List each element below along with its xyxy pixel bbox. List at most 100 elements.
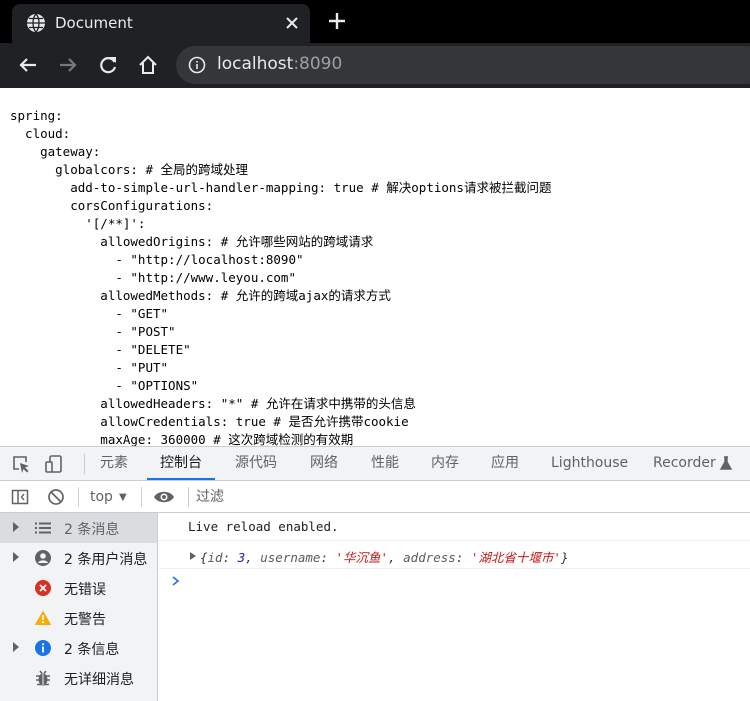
back-arrow-icon[interactable] (17, 54, 39, 76)
warning-icon (34, 610, 52, 625)
tab-memory[interactable]: 内存 (431, 447, 459, 480)
console-toolbar: top ▼ (0, 481, 750, 513)
tab-application[interactable]: 应用 (491, 447, 519, 480)
new-tab-plus-icon[interactable] (326, 10, 348, 32)
toolbar-divider (84, 454, 85, 474)
tab-recorder[interactable]: Recorder (653, 447, 716, 480)
object-brace-close: } (560, 550, 569, 565)
sidebar-item-info[interactable]: 2 条信息 (0, 633, 157, 663)
devtools-tab-bar: 元素 控制台 源代码 网络 性能 内存 应用 Lighthouse Record… (0, 446, 750, 481)
expand-arrow-icon[interactable] (190, 552, 196, 560)
devtools-panel: 元素 控制台 源代码 网络 性能 内存 应用 Lighthouse Record… (0, 446, 750, 701)
globe-icon (27, 13, 45, 33)
object-value-username: '华沉鱼' (335, 550, 389, 565)
recorder-flask-icon (719, 456, 733, 470)
tab-sources[interactable]: 源代码 (235, 447, 277, 480)
url-text: localhost:8090 (217, 54, 342, 74)
browser-toolbar: localhost:8090 (0, 43, 750, 88)
tab-console[interactable]: 控制台 (147, 447, 215, 480)
browser-tabstrip: Document (0, 0, 750, 43)
filter-input[interactable] (196, 486, 736, 508)
object-key-id: id (207, 550, 223, 565)
url-port: :8090 (293, 54, 343, 74)
console-prompt-icon[interactable] (170, 575, 182, 587)
yaml-line: cloud: (10, 126, 71, 141)
inspect-element-icon[interactable] (11, 454, 31, 474)
url-host: localhost (217, 54, 294, 74)
object-key-username: username (260, 550, 321, 565)
toolbar-divider (188, 487, 189, 507)
yaml-line: maxAge: 360000 # 这次跨域检测的有效期 (10, 432, 354, 446)
bug-icon (36, 670, 50, 686)
forward-arrow-icon[interactable] (57, 54, 79, 76)
yaml-line: - "PUT" (10, 360, 169, 375)
expand-arrow-icon[interactable] (13, 642, 19, 652)
console-message-text[interactable]: Live reload enabled. (188, 519, 339, 534)
info-icon (35, 640, 51, 656)
console-messages: Live reload enabled. {id: 3, username: '… (158, 513, 750, 701)
yaml-line: corsConfigurations: (10, 198, 214, 213)
yaml-line: add-to-simple-url-handler-mapping: true … (10, 180, 552, 195)
tab-lighthouse[interactable]: Lighthouse (551, 447, 628, 480)
sidebar-item-label: 2 条消息 (64, 522, 120, 538)
reload-icon[interactable] (97, 54, 119, 76)
yaml-line: - "OPTIONS" (10, 378, 199, 393)
context-selector[interactable]: top ▼ (90, 487, 127, 507)
sidebar-item-label: 无详细消息 (64, 672, 134, 688)
address-bar[interactable]: localhost:8090 (176, 46, 750, 84)
yaml-line: - "http://www.leyou.com" (10, 270, 296, 285)
sidebar-item-label: 2 条信息 (64, 642, 120, 658)
close-icon[interactable] (282, 13, 302, 33)
error-icon (35, 580, 51, 596)
yaml-line: allowedOrigins: # 允许哪些网站的跨域请求 (10, 234, 374, 249)
console-sidebar: 2 条消息 2 条用户消息 无错误 无警告 2 条信息 无详细消息 (0, 513, 158, 701)
sidebar-toggle-icon[interactable] (11, 488, 29, 506)
object-preview[interactable]: {id: 3, username: '华沉鱼', address: '湖北省十堰… (200, 547, 569, 566)
device-toolbar-icon[interactable] (44, 454, 64, 474)
yaml-line: allowCredentials: true # 是否允许携带cookie (10, 414, 409, 429)
sidebar-item-label: 无警告 (64, 612, 106, 628)
object-value-address: '湖北省十堰市' (470, 550, 561, 565)
sidebar-item-label: 2 条用户消息 (64, 552, 148, 568)
yaml-line: '[/**]': (10, 216, 146, 231)
yaml-line: spring: (10, 108, 63, 123)
sidebar-item-verbose[interactable]: 无详细消息 (0, 663, 157, 693)
sidebar-item-warnings[interactable]: 无警告 (0, 603, 157, 633)
yaml-line: gateway: (10, 144, 101, 159)
console-message-object[interactable]: {id: 3, username: '华沉鱼', address: '湖北省十堰… (158, 541, 750, 569)
yaml-line: allowedHeaders: "*" # 允许在请求中携带的头信息 (10, 396, 416, 411)
expand-arrow-icon[interactable] (13, 522, 19, 532)
yaml-config-text: spring: cloud: gateway: globalcors: # 全局… (10, 107, 551, 446)
sidebar-item-user-messages[interactable]: 2 条用户消息 (0, 543, 157, 573)
sidebar-item-messages[interactable]: 2 条消息 (0, 513, 157, 543)
yaml-line: allowedMethods: # 允许的跨域ajax的请求方式 (10, 288, 391, 303)
tab-performance[interactable]: 性能 (371, 447, 399, 480)
sidebar-item-label: 无错误 (64, 582, 106, 598)
toolbar-divider (141, 487, 142, 507)
context-value: top (90, 489, 113, 505)
yaml-line: globalcors: # 全局的跨域处理 (10, 162, 249, 177)
tab-elements[interactable]: 元素 (100, 447, 128, 480)
object-key-address: address (403, 550, 456, 565)
browser-tab[interactable]: Document (12, 4, 310, 43)
expand-arrow-icon[interactable] (13, 552, 19, 562)
toolbar-divider (78, 487, 79, 507)
yaml-line: - "GET" (10, 306, 169, 321)
user-icon (35, 550, 51, 566)
console-message: Live reload enabled. (158, 513, 750, 541)
yaml-line: - "POST" (10, 324, 176, 339)
page-content: spring: cloud: gateway: globalcors: # 全局… (0, 88, 750, 446)
object-value-id: 3 (237, 550, 246, 565)
info-circle-icon[interactable] (188, 56, 206, 74)
home-icon[interactable] (137, 54, 159, 76)
list-icon (35, 522, 51, 534)
object-brace-open: { (200, 550, 208, 565)
yaml-line: - "DELETE" (10, 342, 191, 357)
sidebar-item-errors[interactable]: 无错误 (0, 573, 157, 603)
yaml-line: - "http://localhost:8090" (10, 252, 304, 267)
clear-console-icon[interactable] (47, 488, 65, 506)
tab-title: Document (55, 14, 133, 32)
caret-down-icon: ▼ (118, 492, 127, 503)
tab-network[interactable]: 网络 (310, 447, 338, 480)
eye-icon[interactable] (153, 488, 175, 506)
